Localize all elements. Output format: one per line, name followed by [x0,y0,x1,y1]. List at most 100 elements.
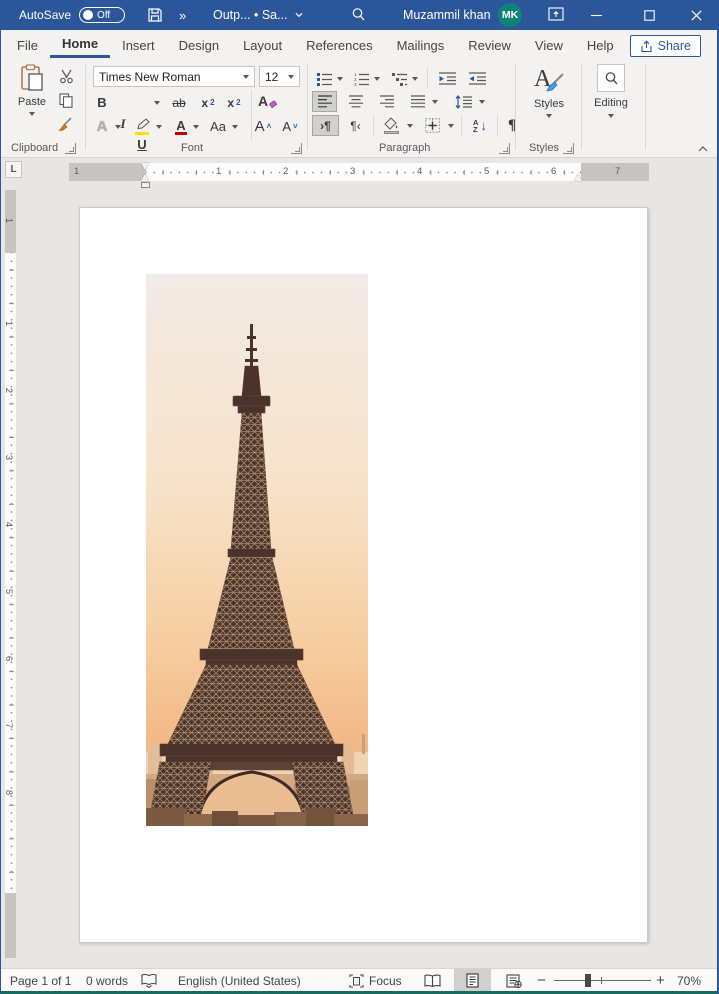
document-title[interactable]: Outp... • Sa... [213,0,303,30]
multilevel-list-button[interactable] [389,68,409,89]
justify-icon [411,95,425,108]
ltr-direction-button[interactable]: ›¶ [312,115,339,136]
close-button[interactable] [679,0,713,30]
hanging-indent-marker[interactable] [141,174,149,181]
superscript-button[interactable]: x2 [223,92,245,113]
shading-chevron-icon[interactable] [404,115,416,136]
text-effects-chevron-icon[interactable] [112,116,124,137]
document-page[interactable] [79,207,648,943]
rtl-direction-button[interactable]: ¶‹ [343,115,368,136]
font-color-button[interactable]: A [171,116,191,137]
align-right-button[interactable] [374,91,399,112]
print-layout-button[interactable] [454,969,491,992]
tab-home[interactable]: Home [50,32,110,58]
copy-button[interactable] [55,90,77,111]
page-indicator[interactable]: Page 1 of 1 [10,969,71,992]
highlight-button[interactable] [131,116,153,137]
eiffel-tower-image[interactable] [146,274,368,826]
font-name-combo[interactable]: Times New Roman [93,66,255,87]
styles-dialog-launcher[interactable] [563,143,574,154]
horizontal-ruler[interactable]: 1 1 2 3 4 5 6 7 [69,163,649,181]
tab-references[interactable]: References [294,32,384,58]
zoom-slider-track[interactable] [554,980,651,981]
numbering-chevron-icon[interactable] [371,68,383,89]
align-left-button[interactable] [312,91,337,112]
right-indent-marker[interactable] [574,174,582,181]
focus-button[interactable]: Focus [349,969,402,992]
save-icon[interactable] [147,7,163,23]
tab-review[interactable]: Review [456,32,523,58]
multilevel-chevron-icon[interactable] [409,68,421,89]
tab-view[interactable]: View [523,32,575,58]
grow-font-button[interactable]: A˄ [251,116,275,137]
search-icon[interactable] [351,7,366,22]
tab-insert[interactable]: Insert [110,32,167,58]
line-spacing-chevron-icon[interactable] [476,91,488,112]
tab-help[interactable]: Help [575,32,626,58]
underline-chevron-icon[interactable] [151,92,163,113]
line-spacing-button[interactable] [451,91,475,112]
change-case-chevron-icon[interactable] [229,116,241,137]
borders-button[interactable] [420,115,444,136]
zoom-slider-handle[interactable] [585,974,591,987]
justify-button[interactable] [405,91,430,112]
change-case-button[interactable]: Aa [206,116,230,137]
numbering-button[interactable]: 123 [351,68,371,89]
editing-button[interactable]: Editing [585,64,637,118]
tab-stop-selector[interactable]: L [5,161,22,178]
proofing-status-icon[interactable] [141,969,157,992]
first-line-indent-marker[interactable] [141,163,149,170]
font-dialog-launcher[interactable] [291,143,302,154]
paragraph-dialog-launcher[interactable] [499,143,510,154]
minimize-button[interactable] [579,0,613,30]
subscript-button[interactable]: x2 [197,92,219,113]
vertical-ruler[interactable]: 1 1 2 3 4 5 6 7 8 [5,190,16,958]
highlight-chevron-icon[interactable] [153,116,165,137]
styles-button[interactable]: A Styles [521,66,577,118]
share-button[interactable]: Share [630,35,701,57]
zoom-out-button[interactable]: − [537,969,546,992]
clear-formatting-button[interactable]: A [255,90,281,111]
show-hide-pilcrow-button[interactable]: ¶ [501,115,523,136]
tab-design[interactable]: Design [167,32,231,58]
text-effects-button[interactable]: A [91,116,113,137]
format-painter-button[interactable] [55,114,77,135]
tab-file[interactable]: File [1,32,50,58]
tab-mailings[interactable]: Mailings [385,32,457,58]
paste-button[interactable]: Paste [11,64,53,116]
zoom-level[interactable]: 70% [677,969,701,992]
bold-button[interactable]: B [93,92,111,113]
avatar[interactable]: MK [498,3,522,27]
user-name[interactable]: Muzammil khan [403,0,491,30]
decrease-indent-button[interactable] [435,68,459,89]
web-layout-button[interactable] [497,969,531,992]
sort-az-icon: AZ [473,119,478,133]
align-center-button[interactable] [343,91,368,112]
bullets-button[interactable] [314,68,334,89]
tab-layout[interactable]: Layout [231,32,294,58]
increase-indent-button[interactable] [465,68,489,89]
clipboard-dialog-launcher[interactable] [65,143,76,154]
quick-access-overflow-icon[interactable]: » [179,8,187,23]
word-count[interactable]: 0 words [86,969,128,992]
sort-button[interactable]: AZ ↓ [467,115,493,136]
collapse-ribbon-button[interactable] [695,138,711,159]
zoom-in-button[interactable]: + [656,969,665,992]
shrink-font-button[interactable]: A˅ [278,116,302,137]
shading-button[interactable] [379,115,403,136]
justify-chevron-icon[interactable] [429,91,441,112]
read-mode-button[interactable] [417,969,447,992]
language-status[interactable]: English (United States) [178,969,301,992]
strikethrough-button[interactable]: ab [167,92,191,113]
autosave-toggle[interactable]: Off [79,7,125,23]
bullets-chevron-icon[interactable] [334,68,346,89]
font-size-combo[interactable]: 12 [259,66,300,87]
ribbon-display-options-icon[interactable] [548,7,564,22]
left-indent-marker[interactable] [141,182,150,188]
underline-button[interactable]: U [134,134,150,155]
font-color-chevron-icon[interactable] [190,116,202,137]
ruler-number: 1 [3,321,14,326]
cut-button[interactable] [55,66,77,87]
maximize-button[interactable] [632,0,666,30]
borders-chevron-icon[interactable] [445,115,457,136]
